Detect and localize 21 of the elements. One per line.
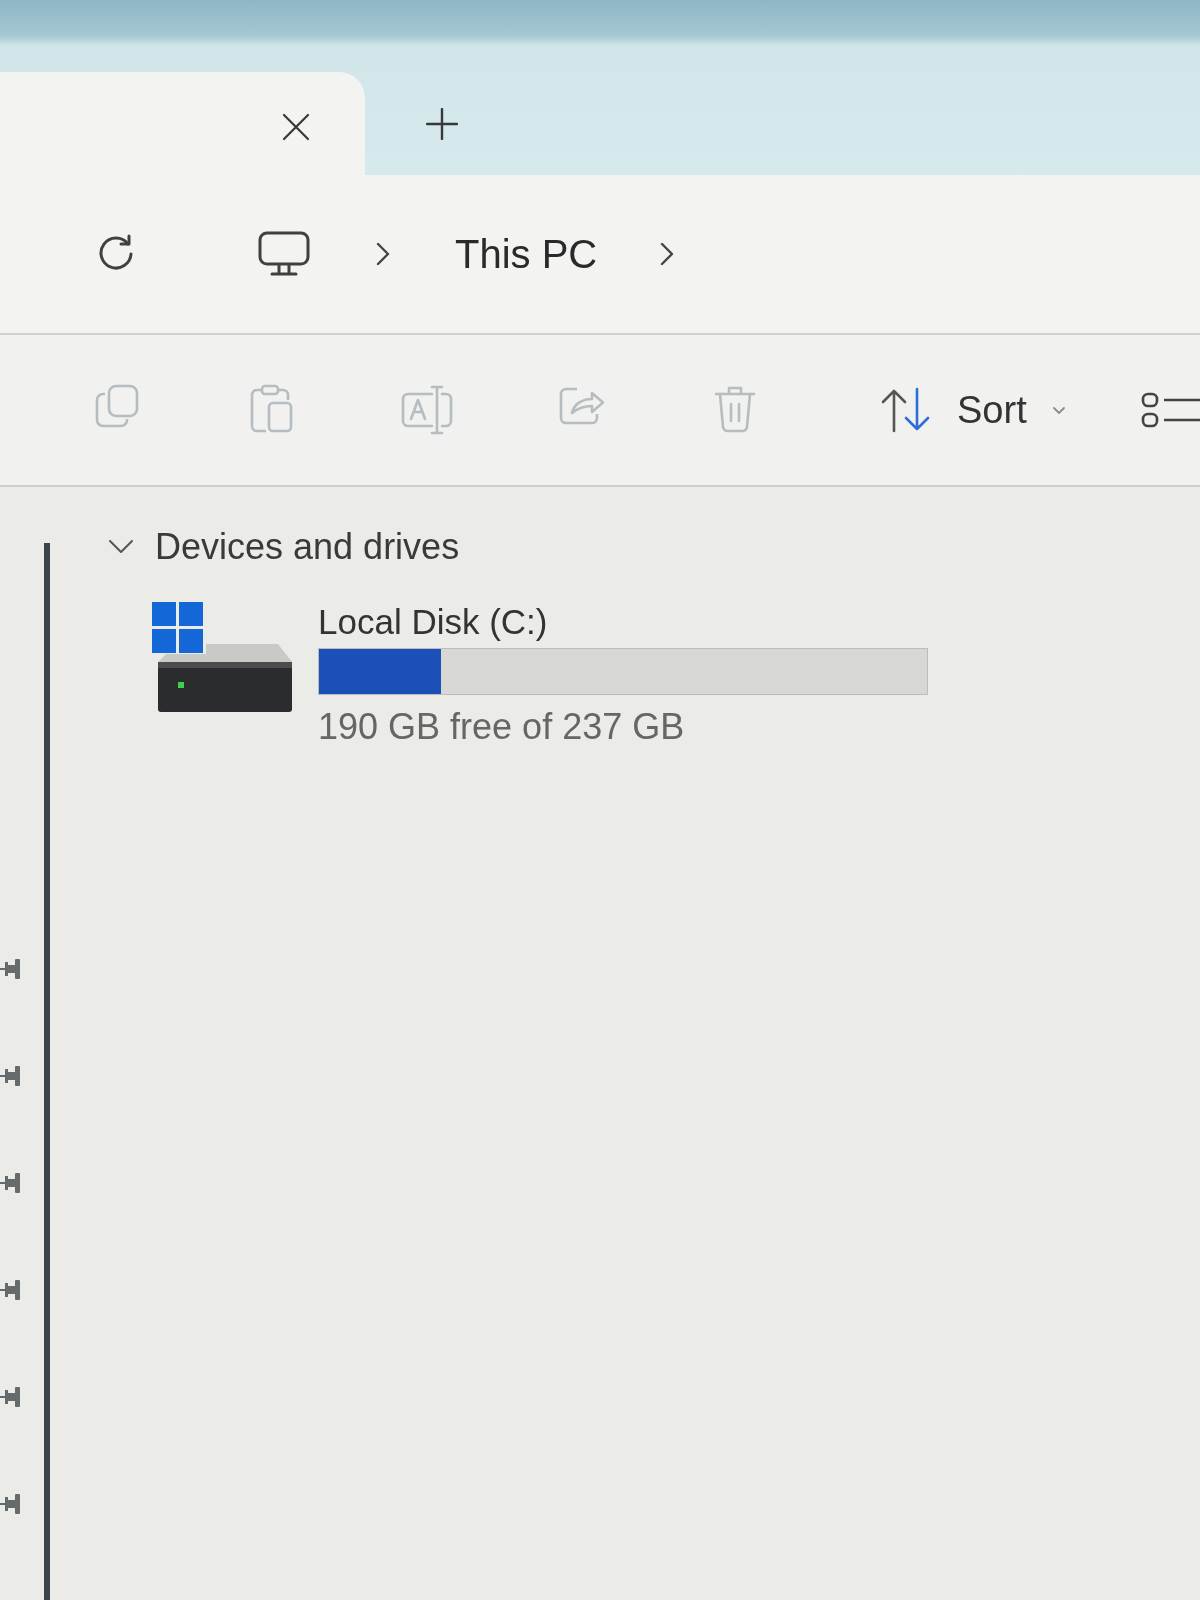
chevron-right-icon[interactable] bbox=[659, 242, 676, 266]
hard-drive-icon[interactable] bbox=[150, 602, 292, 714]
sort-button[interactable]: Sort bbox=[880, 387, 1066, 433]
layout-icon[interactable] bbox=[1139, 390, 1200, 430]
pin-icon[interactable] bbox=[0, 956, 20, 982]
drive-space-text: 190 GB free of 237 GB bbox=[318, 706, 686, 748]
pin-icon[interactable] bbox=[0, 1063, 20, 1089]
plus-icon[interactable] bbox=[426, 108, 458, 140]
section-header[interactable]: Devices and drives bbox=[155, 525, 460, 569]
chevron-down-icon[interactable] bbox=[108, 539, 134, 555]
monitor-icon[interactable] bbox=[258, 231, 310, 277]
chevron-right-icon[interactable] bbox=[375, 242, 391, 266]
pin-icon[interactable] bbox=[0, 1384, 20, 1410]
drive-name[interactable]: Local Disk (C:) bbox=[318, 602, 928, 642]
breadcrumb-item[interactable]: This PC bbox=[455, 230, 598, 278]
sort-arrows-icon[interactable] bbox=[880, 387, 932, 433]
close-icon[interactable] bbox=[282, 112, 310, 141]
pin-icon[interactable] bbox=[0, 1170, 20, 1196]
pin-icon[interactable] bbox=[0, 1491, 20, 1517]
pin-icon[interactable] bbox=[0, 1277, 20, 1303]
caret-down-icon[interactable] bbox=[1051, 405, 1066, 415]
